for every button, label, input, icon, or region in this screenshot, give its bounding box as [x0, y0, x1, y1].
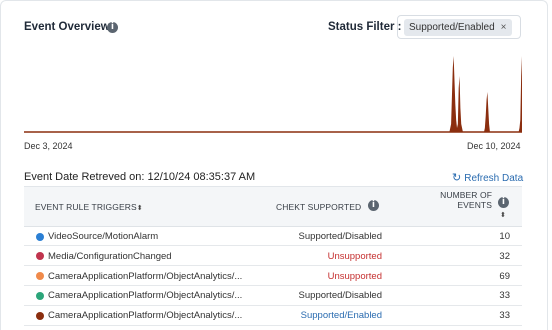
- filter-chip: Supported/Enabled ×: [404, 19, 513, 36]
- support-status: Unsupported: [327, 270, 382, 282]
- support-status: Unsupported: [327, 250, 382, 262]
- table-header: EVENT RULE TRIGGERS⬍ CHEKT SUPPORTED i N…: [24, 186, 522, 227]
- table-row[interactable]: Media/ConfigurationChanged Unsupported 32: [24, 247, 522, 267]
- chart-end-date: Dec 10, 2024: [467, 141, 521, 151]
- event-count: 33: [499, 290, 510, 302]
- info-icon[interactable]: i: [368, 200, 379, 211]
- col-header-supported: CHEKT SUPPORTED: [276, 202, 362, 212]
- table-row[interactable]: CameraApplicationPlatform/ObjectAnalytic…: [24, 286, 522, 306]
- event-rule-name: CameraApplicationPlatform/ObjectAnalytic…: [48, 290, 243, 302]
- col-header-events-line2: EVENTS: [457, 200, 492, 210]
- table-row[interactable]: VideoSource/MotionAlarm Supported/Disable…: [24, 227, 522, 247]
- page-title: Event Overview: [24, 21, 110, 33]
- event-chart: [24, 56, 522, 133]
- sort-icon[interactable]: ⬍: [500, 211, 506, 219]
- table-row[interactable]: CameraApplicationPlatform/ObjectAnalytic…: [24, 306, 522, 326]
- series-color-dot: [36, 311, 44, 320]
- refresh-icon: ↻: [452, 171, 462, 184]
- status-filter-label: Status Filter :: [328, 21, 402, 33]
- support-status: Supported/Disabled: [298, 290, 382, 302]
- info-icon[interactable]: i: [107, 22, 118, 33]
- col-header-events-line1: NUMBER OF: [440, 190, 492, 200]
- series-color-dot: [36, 252, 44, 261]
- series-color-dot: [36, 291, 44, 300]
- support-status: Supported/Enabled: [300, 310, 382, 322]
- refresh-label: Refresh Data: [464, 173, 524, 184]
- retrieved-timestamp: Event Date Retreved on: 12/10/24 08:35:3…: [24, 171, 256, 183]
- event-rule-name: Media/ConfigurationChanged: [48, 250, 172, 262]
- event-count: 10: [499, 231, 510, 242]
- refresh-button[interactable]: ↻ Refresh Data: [452, 171, 523, 184]
- event-rule-name: CameraApplicationPlatform/ObjectAnalytic…: [48, 310, 243, 322]
- event-count: 32: [499, 250, 510, 262]
- event-count: 69: [499, 270, 510, 282]
- chart-start-date: Dec 3, 2024: [24, 141, 73, 151]
- series-color-dot: [36, 232, 44, 241]
- col-header-triggers-label: EVENT RULE TRIGGERS: [35, 202, 137, 212]
- event-rule-name: VideoSource/MotionAlarm: [48, 231, 159, 242]
- series-color-dot: [36, 272, 44, 281]
- close-icon[interactable]: ×: [501, 22, 507, 33]
- filter-chip-label: Supported/Enabled: [409, 22, 495, 33]
- event-count: 33: [499, 310, 510, 322]
- chart-area-series: [24, 56, 522, 132]
- col-header-events: NUMBER OF EVENTS: [408, 190, 492, 210]
- support-status: Supported/Disabled: [298, 231, 382, 242]
- info-icon[interactable]: i: [498, 197, 509, 208]
- col-header-triggers[interactable]: EVENT RULE TRIGGERS⬍: [35, 202, 143, 212]
- sort-icon[interactable]: ⬍: [137, 205, 143, 212]
- table-row[interactable]: CameraApplicationPlatform/ObjectAnalytic…: [24, 267, 522, 286]
- event-rule-name: CameraApplicationPlatform/ObjectAnalytic…: [48, 270, 243, 282]
